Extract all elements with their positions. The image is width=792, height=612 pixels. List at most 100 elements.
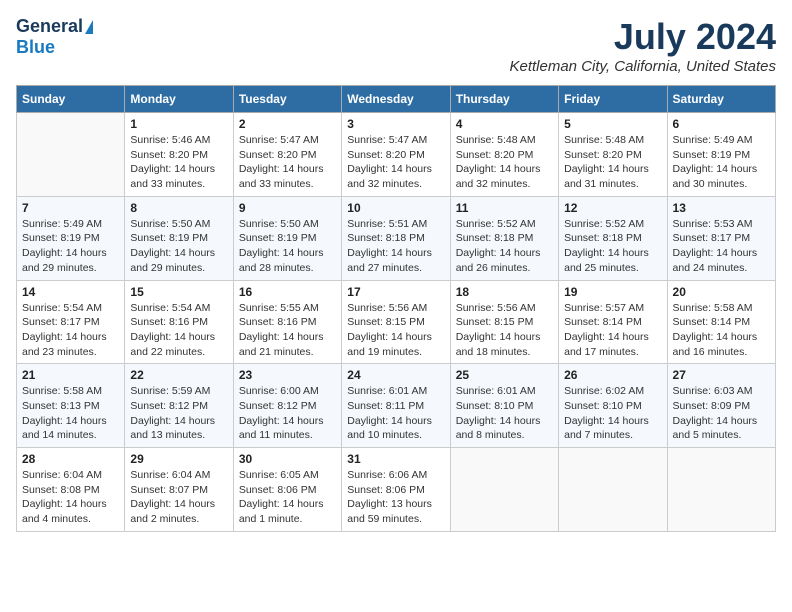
- day-number: 2: [239, 117, 336, 131]
- calendar-cell: 12 Sunrise: 5:52 AM Sunset: 8:18 PM Dayli…: [559, 196, 667, 280]
- day-info: Sunrise: 5:51 AM Sunset: 8:18 PM Dayligh…: [347, 217, 444, 276]
- day-info: Sunrise: 6:04 AM Sunset: 8:07 PM Dayligh…: [130, 468, 227, 527]
- logo: General Blue: [16, 16, 93, 58]
- calendar-cell: 1 Sunrise: 5:46 AM Sunset: 8:20 PM Daylig…: [125, 113, 233, 197]
- calendar-cell: 18Sunrise: 5:56 AM Sunset: 8:15 PM Dayli…: [450, 280, 558, 364]
- day-info: Sunrise: 5:54 AM Sunset: 8:17 PM Dayligh…: [22, 301, 119, 360]
- day-number: 18: [456, 285, 553, 299]
- day-info: Sunrise: 5:46 AM Sunset: 8:20 PM Dayligh…: [130, 133, 227, 192]
- calendar-week-row: 7 Sunrise: 5:49 AM Sunset: 8:19 PM Daylig…: [17, 196, 776, 280]
- day-info: Sunrise: 5:59 AM Sunset: 8:12 PM Dayligh…: [130, 384, 227, 443]
- calendar-cell: 26Sunrise: 6:02 AM Sunset: 8:10 PM Dayli…: [559, 364, 667, 448]
- day-number: 4: [456, 117, 553, 131]
- day-number: 22: [130, 368, 227, 382]
- calendar-cell: 2 Sunrise: 5:47 AM Sunset: 8:20 PM Daylig…: [233, 113, 341, 197]
- day-info: Sunrise: 5:55 AM Sunset: 8:16 PM Dayligh…: [239, 301, 336, 360]
- calendar-cell: 13Sunrise: 5:53 AM Sunset: 8:17 PM Dayli…: [667, 196, 775, 280]
- weekday-header: Tuesday: [233, 86, 341, 113]
- calendar-cell: 16 Sunrise: 5:55 AM Sunset: 8:16 PM Dayli…: [233, 280, 341, 364]
- day-number: 20: [673, 285, 770, 299]
- title-area: July 2024 Kettleman City, California, Un…: [509, 16, 776, 75]
- logo-triangle-icon: [85, 20, 93, 34]
- day-info: Sunrise: 6:06 AM Sunset: 8:06 PM Dayligh…: [347, 468, 444, 527]
- calendar-table: SundayMondayTuesdayWednesdayThursdayFrid…: [16, 85, 776, 532]
- calendar-cell: 31Sunrise: 6:06 AM Sunset: 8:06 PM Dayli…: [342, 448, 450, 532]
- calendar-cell: 19 Sunrise: 5:57 AM Sunset: 8:14 PM Dayli…: [559, 280, 667, 364]
- day-info: Sunrise: 5:49 AM Sunset: 8:19 PM Dayligh…: [673, 133, 770, 192]
- day-number: 17: [347, 285, 444, 299]
- day-number: 11: [456, 201, 553, 215]
- day-info: Sunrise: 5:52 AM Sunset: 8:18 PM Dayligh…: [456, 217, 553, 276]
- day-number: 30: [239, 452, 336, 466]
- day-number: 14: [22, 285, 119, 299]
- day-info: Sunrise: 6:00 AM Sunset: 8:12 PM Dayligh…: [239, 384, 336, 443]
- calendar-cell: [450, 448, 558, 532]
- calendar-cell: 25 Sunrise: 6:01 AM Sunset: 8:10 PM Dayli…: [450, 364, 558, 448]
- day-info: Sunrise: 5:47 AM Sunset: 8:20 PM Dayligh…: [239, 133, 336, 192]
- calendar-cell: 7 Sunrise: 5:49 AM Sunset: 8:19 PM Daylig…: [17, 196, 125, 280]
- day-number: 3: [347, 117, 444, 131]
- day-number: 28: [22, 452, 119, 466]
- calendar-cell: 21 Sunrise: 5:58 AM Sunset: 8:13 PM Dayli…: [17, 364, 125, 448]
- day-number: 9: [239, 201, 336, 215]
- calendar-cell: 30 Sunrise: 6:05 AM Sunset: 8:06 PM Dayli…: [233, 448, 341, 532]
- day-info: Sunrise: 6:01 AM Sunset: 8:10 PM Dayligh…: [456, 384, 553, 443]
- day-number: 25: [456, 368, 553, 382]
- weekday-header: Sunday: [17, 86, 125, 113]
- weekday-header: Saturday: [667, 86, 775, 113]
- day-number: 8: [130, 201, 227, 215]
- day-number: 19: [564, 285, 661, 299]
- calendar-cell: 15Sunrise: 5:54 AM Sunset: 8:16 PM Dayli…: [125, 280, 233, 364]
- calendar-cell: [17, 113, 125, 197]
- day-number: 26: [564, 368, 661, 382]
- day-number: 16: [239, 285, 336, 299]
- day-info: Sunrise: 5:54 AM Sunset: 8:16 PM Dayligh…: [130, 301, 227, 360]
- calendar-week-row: 14 Sunrise: 5:54 AM Sunset: 8:17 PM Dayli…: [17, 280, 776, 364]
- calendar-cell: 11 Sunrise: 5:52 AM Sunset: 8:18 PM Dayli…: [450, 196, 558, 280]
- header: General Blue July 2024 Kettleman City, C…: [16, 16, 776, 75]
- day-info: Sunrise: 5:56 AM Sunset: 8:15 PM Dayligh…: [347, 301, 444, 360]
- logo-general: General: [16, 16, 83, 37]
- calendar-cell: [559, 448, 667, 532]
- calendar-week-row: 21 Sunrise: 5:58 AM Sunset: 8:13 PM Dayli…: [17, 364, 776, 448]
- day-info: Sunrise: 5:52 AM Sunset: 8:18 PM Dayligh…: [564, 217, 661, 276]
- day-number: 5: [564, 117, 661, 131]
- day-number: 1: [130, 117, 227, 131]
- weekday-header: Thursday: [450, 86, 558, 113]
- calendar-cell: 14 Sunrise: 5:54 AM Sunset: 8:17 PM Dayli…: [17, 280, 125, 364]
- day-info: Sunrise: 5:48 AM Sunset: 8:20 PM Dayligh…: [564, 133, 661, 192]
- day-number: 27: [673, 368, 770, 382]
- day-info: Sunrise: 5:48 AM Sunset: 8:20 PM Dayligh…: [456, 133, 553, 192]
- day-info: Sunrise: 6:04 AM Sunset: 8:08 PM Dayligh…: [22, 468, 119, 527]
- day-info: Sunrise: 5:49 AM Sunset: 8:19 PM Dayligh…: [22, 217, 119, 276]
- calendar-cell: 20 Sunrise: 5:58 AM Sunset: 8:14 PM Dayli…: [667, 280, 775, 364]
- day-number: 29: [130, 452, 227, 466]
- day-info: Sunrise: 5:58 AM Sunset: 8:13 PM Dayligh…: [22, 384, 119, 443]
- day-number: 24: [347, 368, 444, 382]
- calendar-cell: 8Sunrise: 5:50 AM Sunset: 8:19 PM Daylig…: [125, 196, 233, 280]
- calendar-cell: 17 Sunrise: 5:56 AM Sunset: 8:15 PM Dayli…: [342, 280, 450, 364]
- calendar-week-row: 1 Sunrise: 5:46 AM Sunset: 8:20 PM Daylig…: [17, 113, 776, 197]
- calendar-header-row: SundayMondayTuesdayWednesdayThursdayFrid…: [17, 86, 776, 113]
- weekday-header: Wednesday: [342, 86, 450, 113]
- day-number: 7: [22, 201, 119, 215]
- day-number: 21: [22, 368, 119, 382]
- calendar-cell: 9Sunrise: 5:50 AM Sunset: 8:19 PM Daylig…: [233, 196, 341, 280]
- calendar-cell: 10 Sunrise: 5:51 AM Sunset: 8:18 PM Dayli…: [342, 196, 450, 280]
- calendar-cell: 5 Sunrise: 5:48 AM Sunset: 8:20 PM Daylig…: [559, 113, 667, 197]
- calendar-cell: [667, 448, 775, 532]
- day-number: 10: [347, 201, 444, 215]
- day-info: Sunrise: 5:58 AM Sunset: 8:14 PM Dayligh…: [673, 301, 770, 360]
- calendar-cell: 22 Sunrise: 5:59 AM Sunset: 8:12 PM Dayli…: [125, 364, 233, 448]
- day-number: 12: [564, 201, 661, 215]
- calendar-cell: 24Sunrise: 6:01 AM Sunset: 8:11 PM Dayli…: [342, 364, 450, 448]
- calendar-cell: 3Sunrise: 5:47 AM Sunset: 8:20 PM Daylig…: [342, 113, 450, 197]
- calendar-cell: 6Sunrise: 5:49 AM Sunset: 8:19 PM Daylig…: [667, 113, 775, 197]
- day-info: Sunrise: 5:57 AM Sunset: 8:14 PM Dayligh…: [564, 301, 661, 360]
- page-subtitle: Kettleman City, California, United State…: [509, 58, 776, 75]
- day-info: Sunrise: 6:05 AM Sunset: 8:06 PM Dayligh…: [239, 468, 336, 527]
- day-number: 23: [239, 368, 336, 382]
- day-info: Sunrise: 6:03 AM Sunset: 8:09 PM Dayligh…: [673, 384, 770, 443]
- day-number: 13: [673, 201, 770, 215]
- logo-blue: Blue: [16, 37, 55, 58]
